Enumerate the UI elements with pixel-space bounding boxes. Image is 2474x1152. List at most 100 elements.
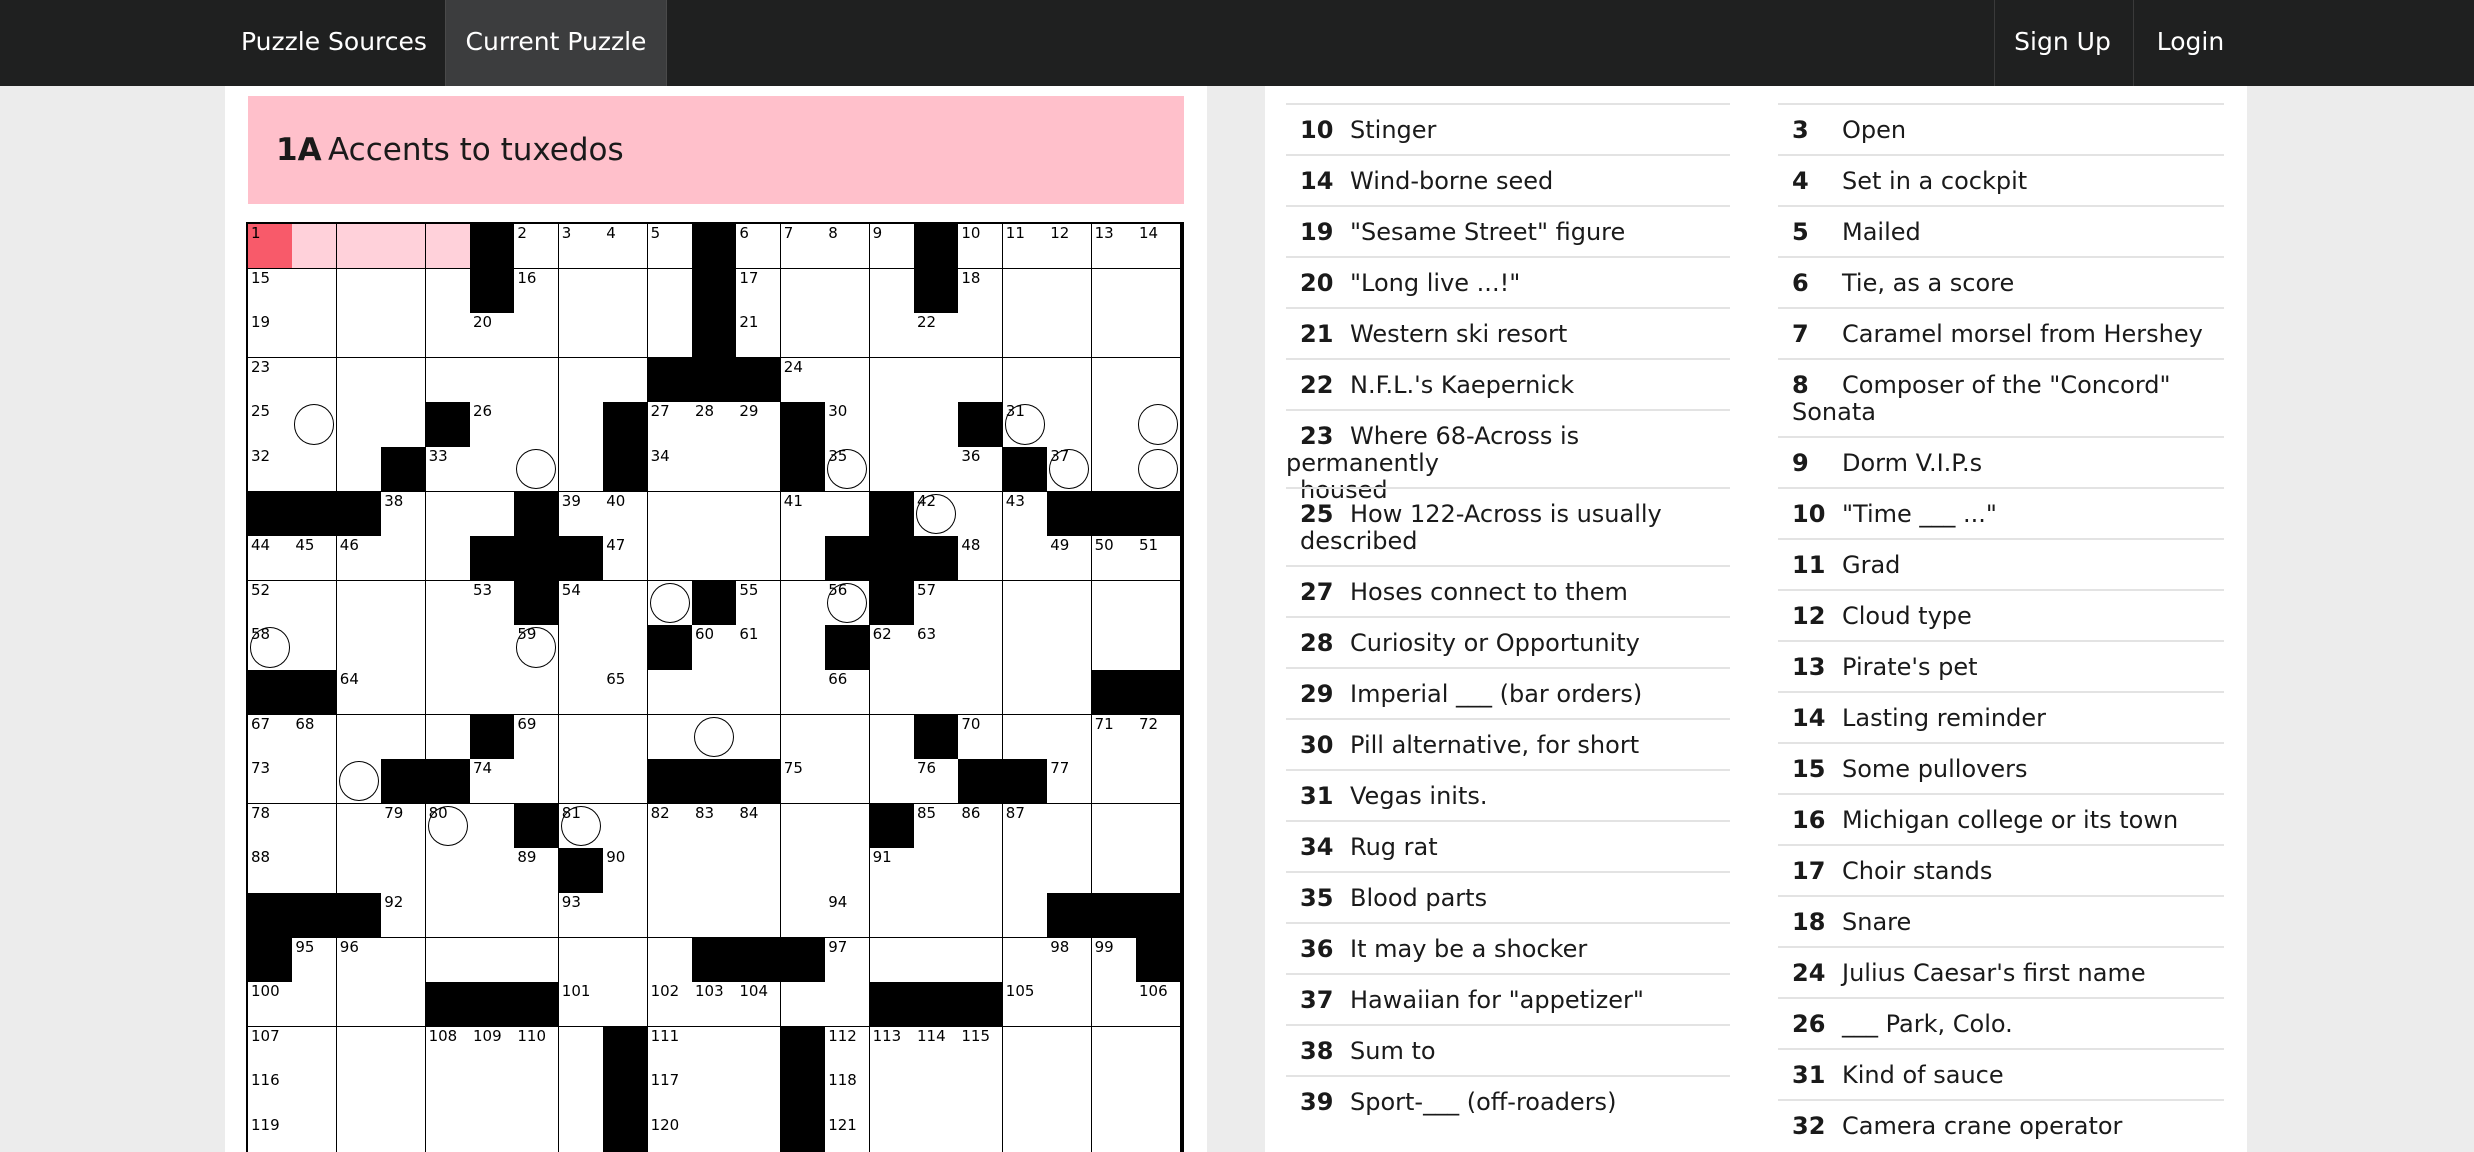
grid-cell[interactable]: 52 (248, 580, 293, 626)
grid-cell[interactable] (958, 848, 1004, 894)
grid-cell[interactable] (914, 670, 959, 716)
grid-cell[interactable]: 115 (958, 1026, 1004, 1072)
grid-cell[interactable]: 109 (470, 1026, 515, 1072)
clue-item[interactable]: 17 Choir stands (1778, 844, 2224, 895)
grid-cell[interactable] (292, 1071, 338, 1117)
grid-cell[interactable]: 31 (1002, 402, 1048, 448)
nav-current-puzzle[interactable]: Current Puzzle (445, 0, 667, 86)
grid-cell[interactable]: 11 (1002, 224, 1048, 270)
grid-cell[interactable] (958, 670, 1004, 716)
clue-item[interactable]: 36 It may be a shocker (1286, 922, 1730, 973)
grid-cell[interactable]: 29 (736, 402, 782, 448)
grid-cell[interactable]: 94 (825, 893, 871, 939)
grid-cell[interactable] (292, 982, 338, 1028)
grid-cell[interactable] (558, 313, 604, 359)
grid-cell[interactable]: 1 (248, 224, 293, 270)
grid-cell[interactable] (647, 670, 693, 716)
grid-cell[interactable] (1136, 1116, 1181, 1152)
grid-cell[interactable]: 21 (736, 313, 782, 359)
clue-item[interactable]: 31 Vegas inits. (1286, 769, 1730, 820)
grid-cell[interactable] (1136, 402, 1181, 448)
clue-item[interactable]: 15 Some pullovers (1778, 742, 2224, 793)
grid-cell[interactable] (825, 268, 871, 314)
grid-cell[interactable] (336, 714, 382, 760)
grid-cell[interactable] (425, 893, 471, 939)
grid-cell[interactable]: 34 (647, 447, 693, 493)
grid-cell[interactable]: 54 (558, 580, 604, 626)
grid-cell[interactable]: 91 (869, 848, 915, 894)
grid-cell[interactable] (336, 1071, 382, 1117)
grid-cell[interactable] (381, 357, 427, 403)
grid-cell[interactable] (780, 982, 826, 1028)
clue-item[interactable]: 28 Curiosity or Opportunity (1286, 616, 1730, 667)
grid-cell[interactable] (1091, 848, 1137, 894)
grid-cell[interactable]: 72 (1136, 714, 1181, 760)
clue-item[interactable]: 4 Set in a cockpit (1778, 154, 2224, 205)
grid-cell[interactable] (958, 937, 1004, 983)
grid-cell[interactable]: 105 (1002, 982, 1048, 1028)
grid-cell[interactable]: 32 (248, 447, 293, 493)
grid-cell[interactable] (1002, 1116, 1048, 1152)
grid-cell[interactable] (470, 625, 515, 671)
grid-cell[interactable]: 40 (603, 491, 649, 537)
grid-cell[interactable] (470, 848, 515, 894)
grid-cell[interactable] (381, 580, 427, 626)
grid-cell[interactable]: 84 (736, 803, 782, 849)
grid-cell[interactable] (336, 759, 382, 805)
grid-cell[interactable] (914, 1116, 959, 1152)
grid-cell[interactable] (647, 714, 693, 760)
grid-cell[interactable]: 28 (692, 402, 737, 448)
grid-cell[interactable] (647, 268, 693, 314)
grid-cell[interactable]: 3 (558, 224, 604, 270)
grid-cell[interactable] (336, 268, 382, 314)
grid-cell[interactable] (869, 402, 915, 448)
grid-cell[interactable] (780, 625, 826, 671)
clue-item[interactable]: 8 Composer of the "Concord" Sonata (1778, 358, 2224, 436)
grid-cell[interactable] (1002, 536, 1048, 582)
grid-cell[interactable]: 46 (336, 536, 382, 582)
grid-cell[interactable] (603, 893, 649, 939)
clue-item[interactable]: 6 Tie, as a score (1778, 256, 2224, 307)
grid-cell[interactable] (514, 759, 560, 805)
grid-cell[interactable]: 55 (736, 580, 782, 626)
clue-item[interactable]: 22 N.F.L.'s Kaepernick (1286, 358, 1730, 409)
grid-cell[interactable] (1091, 447, 1137, 493)
grid-cell[interactable] (1047, 580, 1093, 626)
grid-cell[interactable]: 8 (825, 224, 871, 270)
grid-cell[interactable] (558, 625, 604, 671)
grid-cell[interactable]: 70 (958, 714, 1004, 760)
grid-cell[interactable] (1002, 580, 1048, 626)
grid-cell[interactable] (558, 447, 604, 493)
grid-cell[interactable]: 77 (1047, 759, 1093, 805)
grid-cell[interactable] (292, 447, 338, 493)
grid-cell[interactable] (425, 1071, 471, 1117)
grid-cell[interactable]: 30 (825, 402, 871, 448)
grid-cell[interactable] (381, 670, 427, 716)
nav-sign-up[interactable]: Sign Up (1994, 0, 2130, 86)
grid-cell[interactable] (425, 357, 471, 403)
grid-cell[interactable] (736, 893, 782, 939)
grid-cell[interactable]: 44 (248, 536, 293, 582)
grid-cell[interactable] (292, 313, 338, 359)
grid-cell[interactable]: 43 (1002, 491, 1048, 537)
grid-cell[interactable] (692, 714, 737, 760)
grid-cell[interactable]: 57 (914, 580, 959, 626)
grid-cell[interactable] (1091, 268, 1137, 314)
grid-cell[interactable]: 65 (603, 670, 649, 716)
grid-cell[interactable]: 93 (558, 893, 604, 939)
grid-cell[interactable] (780, 848, 826, 894)
grid-cell[interactable]: 50 (1091, 536, 1137, 582)
grid-cell[interactable]: 42 (914, 491, 959, 537)
grid-cell[interactable] (470, 937, 515, 983)
grid-cell[interactable]: 66 (825, 670, 871, 716)
grid-cell[interactable] (425, 848, 471, 894)
grid-cell[interactable] (514, 937, 560, 983)
grid-cell[interactable]: 99 (1091, 937, 1137, 983)
grid-cell[interactable] (336, 982, 382, 1028)
grid-cell[interactable]: 49 (1047, 536, 1093, 582)
grid-cell[interactable] (336, 224, 382, 270)
grid-cell[interactable] (1091, 402, 1137, 448)
grid-cell[interactable]: 51 (1136, 536, 1181, 582)
grid-cell[interactable] (869, 714, 915, 760)
grid-cell[interactable] (558, 714, 604, 760)
